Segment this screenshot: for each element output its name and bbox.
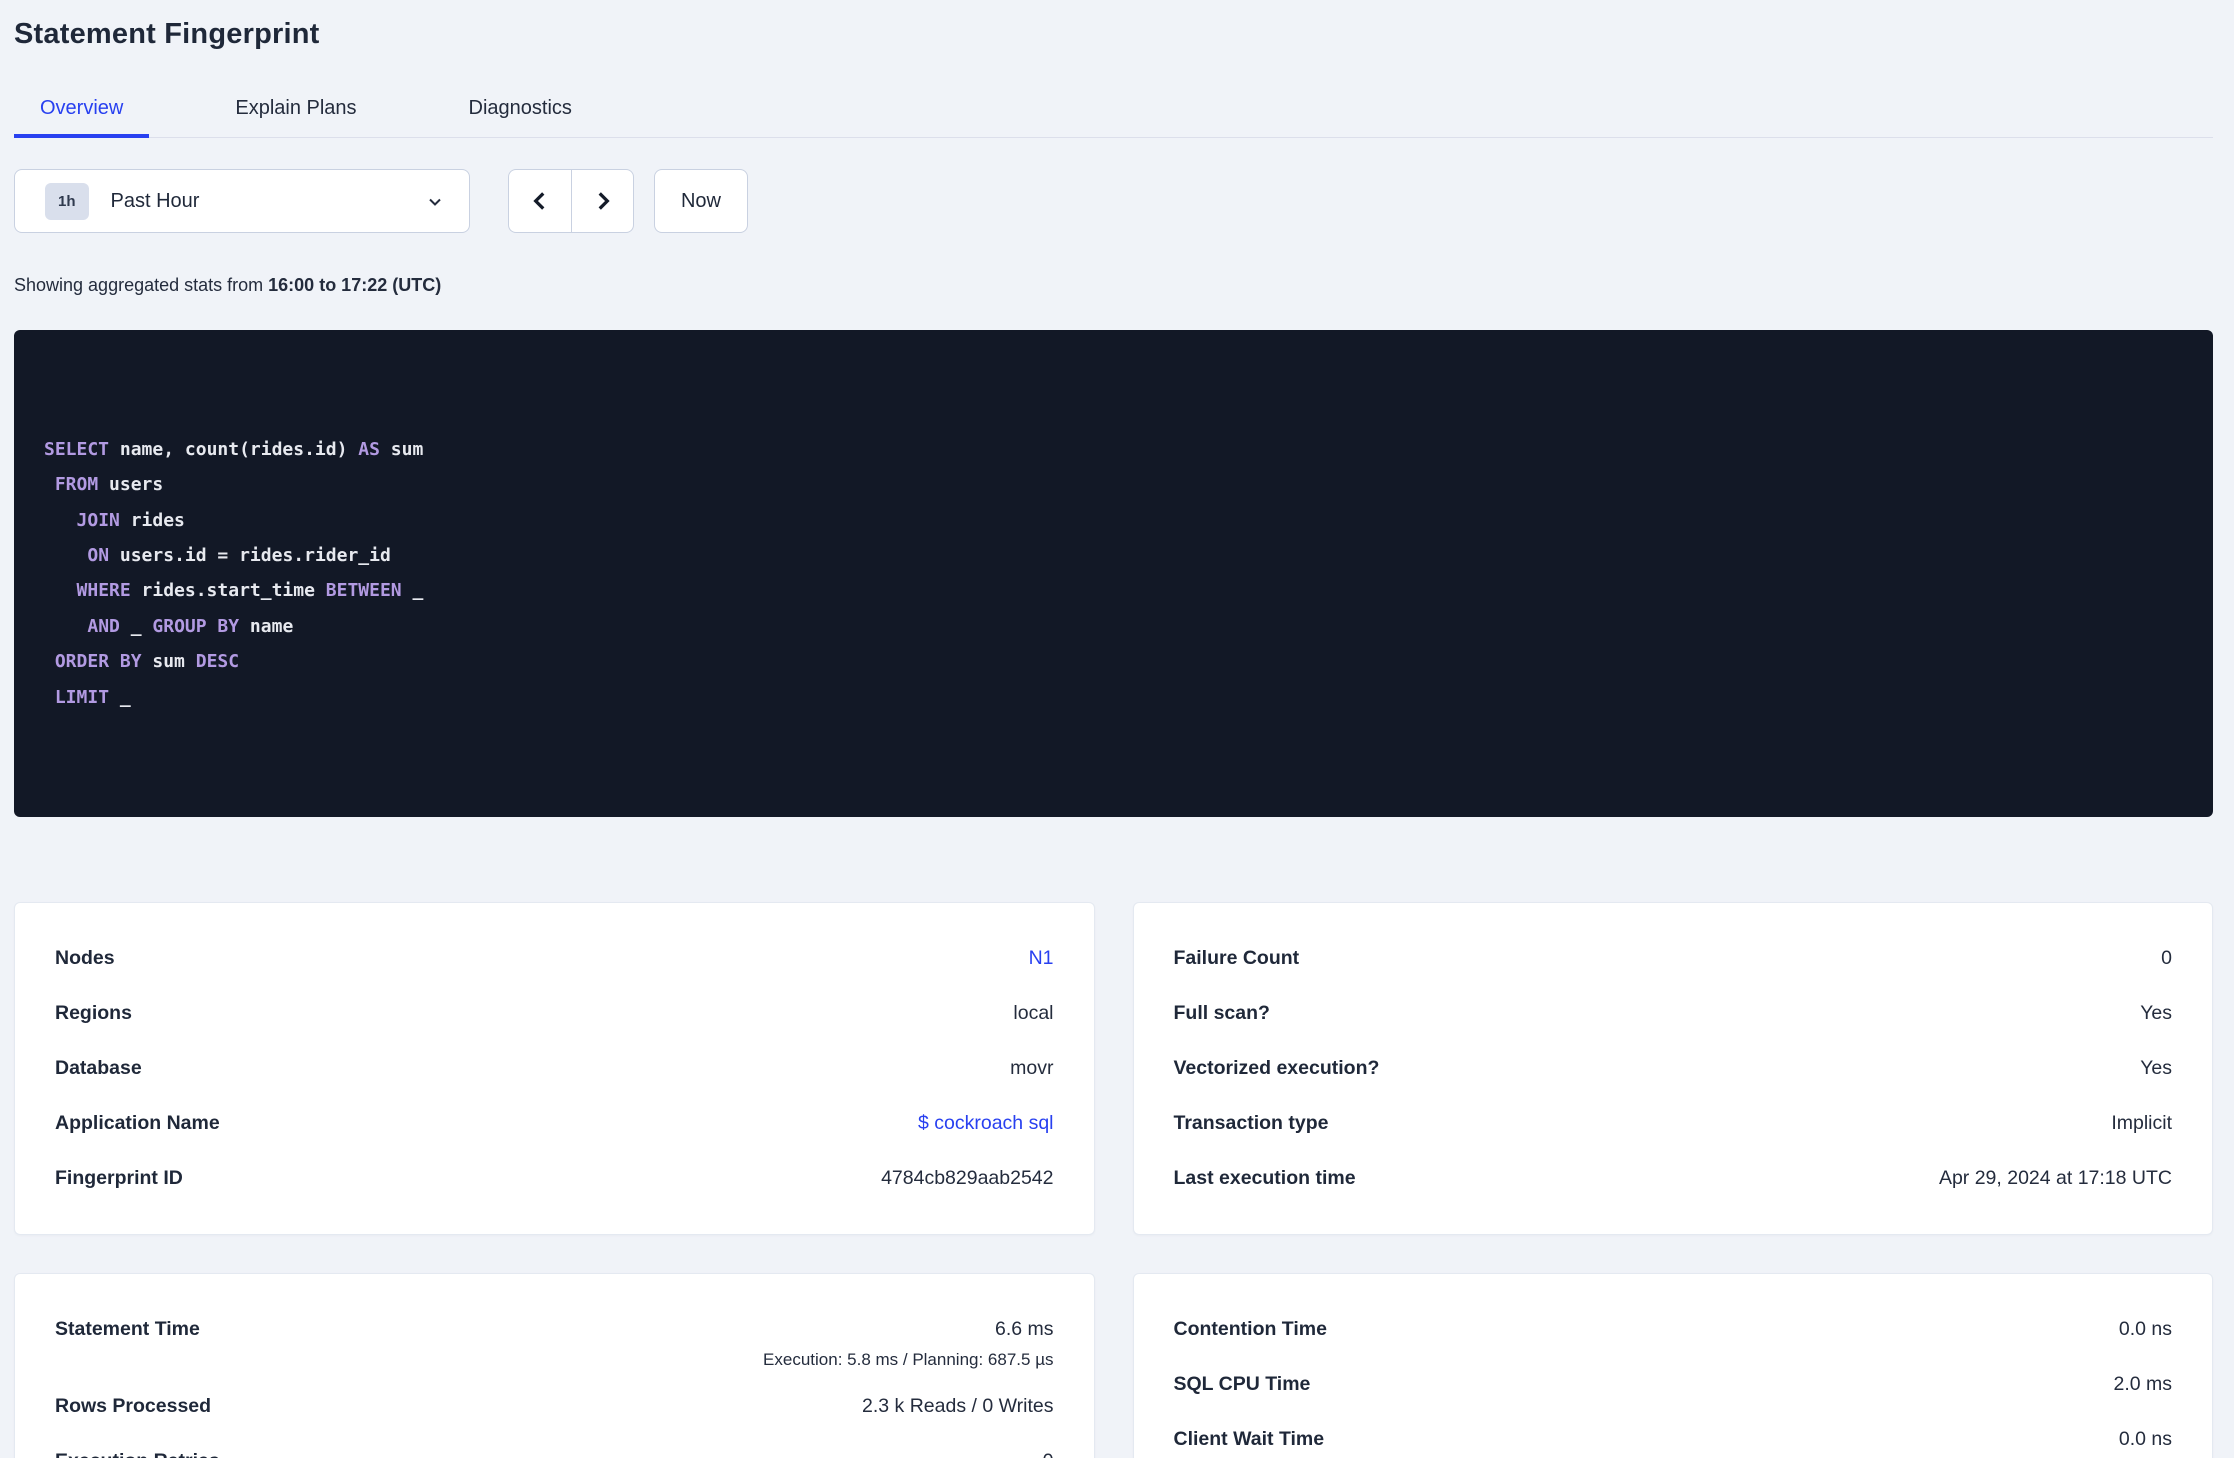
row-label: Database bbox=[55, 1056, 142, 1079]
time-row-sql-cpu: SQL CPU Time 2.0 ms bbox=[1174, 1357, 2173, 1412]
row-value: 0 bbox=[2161, 946, 2172, 969]
aggregated-stats-line: Showing aggregated stats from 16:00 to 1… bbox=[14, 275, 2213, 296]
row-label: Application Name bbox=[55, 1111, 220, 1134]
row-value: 2.0 ms bbox=[2113, 1372, 2172, 1395]
row-subvalue: Execution: 5.8 ms / Planning: 687.5 µs bbox=[763, 1349, 1054, 1369]
attr-row-full-scan: Full scan? Yes bbox=[1174, 986, 2173, 1041]
row-value: Yes bbox=[2140, 1056, 2172, 1079]
statement-fingerprint-page: Statement Fingerprint Overview Explain P… bbox=[0, 0, 2234, 1458]
row-value: movr bbox=[1010, 1056, 1054, 1079]
statement-details-card: Nodes N1 Regions local Database movr App… bbox=[14, 901, 1095, 1235]
row-label: Transaction type bbox=[1173, 1111, 1329, 1134]
detail-row-database: Database movr bbox=[55, 1041, 1054, 1096]
row-label: Full scan? bbox=[1173, 1001, 1270, 1024]
stat-row-execution-retries: Execution Retries 0 bbox=[55, 1434, 1054, 1458]
sql-code: SELECT name, count(rides.id) AS sum FROM… bbox=[44, 438, 424, 708]
page-title: Statement Fingerprint bbox=[14, 18, 320, 50]
detail-row-nodes: Nodes N1 bbox=[55, 931, 1054, 986]
stat-row-rows-processed: Rows Processed 2.3 k Reads / 0 Writes bbox=[55, 1379, 1054, 1434]
stats-line-prefix: Showing aggregated stats from bbox=[14, 275, 269, 295]
interval-label: Past Hour bbox=[110, 189, 200, 212]
row-label: SQL CPU Time bbox=[1173, 1372, 1311, 1395]
attr-row-failure-count: Failure Count 0 bbox=[1174, 931, 2173, 986]
interval-badge: 1h bbox=[45, 182, 89, 220]
sql-statement-box: SELECT name, count(rides.id) AS sum FROM… bbox=[14, 330, 2213, 817]
attr-row-vectorized: Vectorized execution? Yes bbox=[1174, 1041, 2173, 1096]
stats-line-range: 16:00 to 17:22 (UTC) bbox=[268, 275, 442, 295]
row-value: Yes bbox=[2140, 1001, 2172, 1024]
chevron-down-icon bbox=[425, 192, 445, 212]
time-breakdown-card: Contention Time 0.0 ns SQL CPU Time 2.0 … bbox=[1132, 1272, 2213, 1458]
row-label: Rows Processed bbox=[55, 1394, 212, 1417]
chevron-right-icon bbox=[590, 188, 616, 214]
row-value: 0 bbox=[1043, 1450, 1054, 1458]
row-value: Implicit bbox=[2111, 1111, 2172, 1134]
row-label: Fingerprint ID bbox=[55, 1166, 183, 1189]
row-value: local bbox=[1013, 1001, 1054, 1024]
tab-explain-plans[interactable]: Explain Plans bbox=[209, 97, 382, 138]
detail-row-fingerprint-id: Fingerprint ID 4784cb829aab2542 bbox=[55, 1151, 1054, 1206]
time-controls: 1h Past Hour Now bbox=[14, 169, 2213, 233]
row-value: 0.0 ns bbox=[2118, 1427, 2172, 1450]
execution-stats-card: Statement Time 6.6 ms Execution: 5.8 ms … bbox=[14, 1272, 1095, 1458]
row-value: 2.3 k Reads / 0 Writes bbox=[862, 1394, 1054, 1417]
summary-cards: Nodes N1 Regions local Database movr App… bbox=[14, 901, 2213, 1458]
detail-row-regions: Regions local bbox=[55, 986, 1054, 1041]
row-label: Regions bbox=[55, 1001, 132, 1024]
next-range-button[interactable] bbox=[571, 169, 634, 233]
detail-row-application-name: Application Name $ cockroach sql bbox=[55, 1096, 1054, 1151]
time-row-client-wait: Client Wait Time 0.0 ns bbox=[1174, 1412, 2173, 1458]
stat-row-statement-time: Statement Time 6.6 ms Execution: 5.8 ms … bbox=[55, 1302, 1054, 1379]
tab-bar: Overview Explain Plans Diagnostics bbox=[14, 97, 2213, 138]
time-interval-dropdown[interactable]: 1h Past Hour bbox=[14, 169, 470, 233]
row-label: Nodes bbox=[55, 946, 115, 969]
row-value: 0.0 ns bbox=[2118, 1317, 2172, 1340]
row-label: Failure Count bbox=[1173, 946, 1300, 969]
tab-diagnostics[interactable]: Diagnostics bbox=[443, 97, 598, 138]
row-label: Statement Time bbox=[55, 1317, 200, 1340]
now-button[interactable]: Now bbox=[654, 169, 748, 233]
tab-overview[interactable]: Overview bbox=[14, 97, 150, 138]
nodes-link[interactable]: N1 bbox=[1029, 947, 1054, 970]
row-label: Execution Retries bbox=[55, 1450, 220, 1458]
row-label: Contention Time bbox=[1173, 1317, 1327, 1340]
attr-row-transaction-type: Transaction type Implicit bbox=[1174, 1096, 2173, 1151]
row-value: 4784cb829aab2542 bbox=[881, 1166, 1054, 1189]
time-range-arrows bbox=[508, 169, 634, 233]
attr-row-last-execution-time: Last execution time Apr 29, 2024 at 17:1… bbox=[1174, 1151, 2173, 1206]
row-label: Vectorized execution? bbox=[1173, 1056, 1380, 1079]
row-label: Client Wait Time bbox=[1173, 1427, 1325, 1450]
row-label: Last execution time bbox=[1173, 1166, 1356, 1189]
chevron-left-icon bbox=[527, 188, 553, 214]
time-row-contention: Contention Time 0.0 ns bbox=[1174, 1302, 2173, 1357]
previous-range-button[interactable] bbox=[508, 169, 571, 233]
application-name-link[interactable]: $ cockroach sql bbox=[918, 1112, 1053, 1135]
row-value: Apr 29, 2024 at 17:18 UTC bbox=[1938, 1166, 2172, 1189]
execution-attributes-card: Failure Count 0 Full scan? Yes Vectorize… bbox=[1132, 901, 2213, 1235]
